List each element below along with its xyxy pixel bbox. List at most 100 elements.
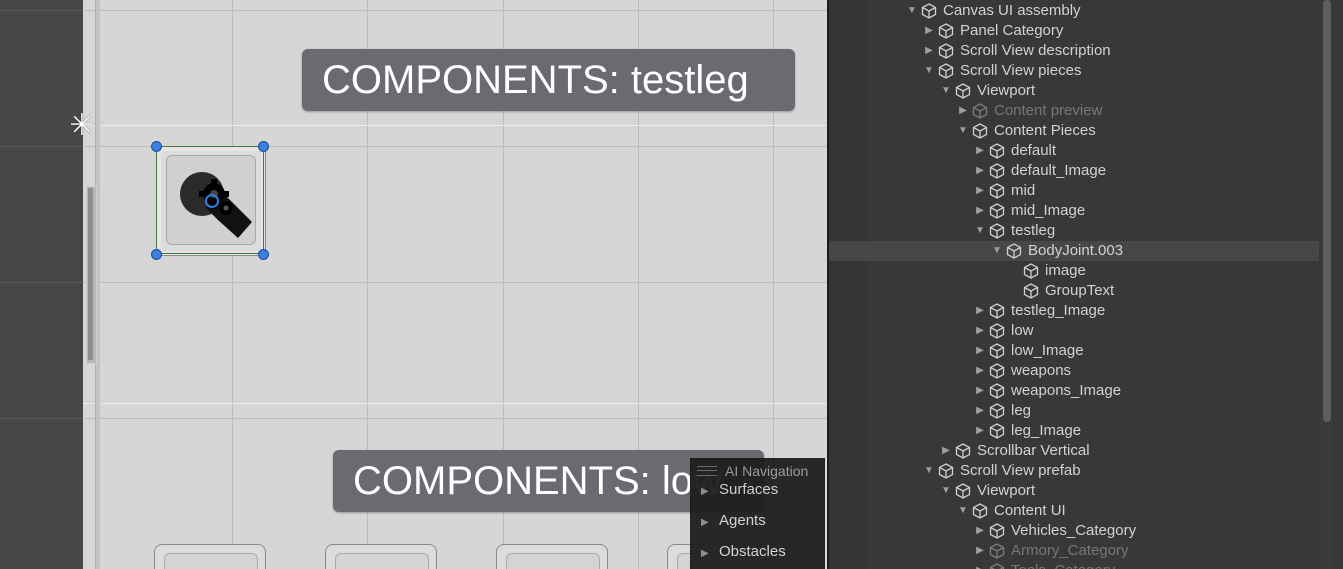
grid-line — [232, 0, 233, 569]
scene-view[interactable]: COMPONENTS: testleg COMPONENTS: low ✳ AI… — [0, 0, 827, 569]
expand-arrow-icon[interactable]: ▶ — [922, 21, 936, 41]
hierarchy-row[interactable]: ▼ Viewport — [829, 81, 1319, 101]
hierarchy-row[interactable]: ▶ leg_Image — [829, 421, 1319, 441]
hierarchy-row[interactable]: ▼ Canvas UI assembly — [829, 1, 1319, 21]
hierarchy-panel[interactable]: ▼ Canvas UI assembly ▶ Panel Category ▶ Scrol… — [829, 0, 1343, 569]
cube-icon — [989, 523, 1005, 539]
hierarchy-row-label: Content UI — [994, 502, 1066, 519]
hierarchy-row[interactable]: ▶ mid — [829, 181, 1319, 201]
collapse-arrow-icon[interactable]: ▼ — [956, 121, 970, 141]
collapse-arrow-icon[interactable]: ▼ — [922, 61, 936, 81]
hierarchy-row-label: Content preview — [994, 102, 1103, 119]
ai-navigation-overlay[interactable]: AI Navigation ▶ Surfaces ▶ Agents ▶ Obstacl… — [690, 458, 825, 569]
expand-arrow-icon[interactable]: ▶ — [939, 441, 953, 461]
hierarchy-row[interactable]: image — [829, 261, 1319, 281]
resize-handle-bottom-right[interactable] — [258, 249, 269, 260]
pivot-handle[interactable] — [205, 194, 219, 208]
cube-icon — [989, 143, 1005, 159]
hierarchy-row-label: Scroll View description — [960, 42, 1111, 59]
expand-arrow-icon: ▶ — [701, 548, 709, 559]
hierarchy-row[interactable]: ▼ testleg — [829, 221, 1319, 241]
collapse-arrow-icon[interactable]: ▼ — [939, 81, 953, 101]
tile-inner — [164, 553, 258, 569]
hierarchy-row-label: low_Image — [1011, 342, 1084, 359]
expand-arrow-icon[interactable]: ▶ — [973, 421, 987, 441]
hierarchy-row-label: Scroll View prefab — [960, 462, 1081, 479]
hierarchy-row-label: leg — [1011, 402, 1032, 419]
hierarchy-scroll-thumb[interactable] — [1323, 0, 1331, 422]
expand-arrow-icon[interactable]: ▶ — [973, 381, 987, 401]
hierarchy-row[interactable]: ▶ low — [829, 321, 1319, 341]
component-tile[interactable] — [496, 544, 608, 569]
hierarchy-row[interactable]: ▶ Scrollbar Vertical — [829, 441, 1319, 461]
expand-arrow-icon[interactable]: ▶ — [973, 141, 987, 161]
hierarchy-row[interactable]: GroupText — [829, 281, 1319, 301]
hierarchy-row[interactable]: ▶ Scroll View description — [829, 41, 1319, 61]
hierarchy-row-label: Content Pieces — [994, 122, 1096, 139]
collapse-arrow-icon[interactable]: ▼ — [990, 241, 1004, 261]
collapse-arrow-icon[interactable]: ▼ — [905, 1, 919, 21]
hierarchy-scrollbar[interactable] — [1320, 0, 1332, 569]
pivot-star-icon[interactable]: ✳ — [66, 110, 98, 142]
grid-line — [0, 418, 83, 419]
resize-handle-top-left[interactable] — [151, 141, 162, 152]
overlay-item-label: Surfaces — [719, 481, 779, 498]
hierarchy-row[interactable]: ▶ low_Image — [829, 341, 1319, 361]
cube-icon — [972, 123, 988, 139]
hierarchy-row-label: Canvas UI assembly — [943, 2, 1081, 19]
expand-arrow-icon[interactable]: ▶ — [973, 361, 987, 381]
hierarchy-row[interactable]: ▶ Content preview — [829, 101, 1319, 121]
expand-arrow-icon[interactable]: ▶ — [973, 521, 987, 541]
hierarchy-row[interactable]: ▼ BodyJoint.003 — [829, 241, 1319, 261]
expand-arrow-icon[interactable]: ▶ — [973, 541, 987, 561]
overlay-item-obstacles[interactable]: ▶ Obstacles — [701, 541, 786, 563]
hierarchy-row[interactable]: ▼ Scroll View prefab — [829, 461, 1319, 481]
hierarchy-row[interactable]: ▶ leg — [829, 401, 1319, 421]
component-tile[interactable] — [154, 544, 266, 569]
expand-arrow-icon[interactable]: ▶ — [973, 161, 987, 181]
overlay-item-agents[interactable]: ▶ Agents — [701, 510, 766, 532]
hierarchy-row[interactable]: ▶ Vehicles_Category — [829, 521, 1319, 541]
hierarchy-row[interactable]: ▶ weapons_Image — [829, 381, 1319, 401]
resize-handle-bottom-left[interactable] — [151, 249, 162, 260]
hierarchy-row[interactable]: ▶ default_Image — [829, 161, 1319, 181]
resize-handle-top-right[interactable] — [258, 141, 269, 152]
expand-arrow-icon[interactable]: ▶ — [973, 321, 987, 341]
scrollbar-thumb[interactable] — [88, 188, 93, 360]
hierarchy-row[interactable]: ▶ Armory_Category — [829, 541, 1319, 561]
collapse-arrow-icon[interactable]: ▼ — [939, 481, 953, 501]
grid-line — [0, 146, 83, 147]
hierarchy-row[interactable]: ▼ Scroll View pieces — [829, 61, 1319, 81]
cube-icon — [989, 363, 1005, 379]
cube-icon — [1006, 243, 1022, 259]
expand-arrow-icon[interactable]: ▶ — [973, 401, 987, 421]
overlay-item-label: Agents — [719, 512, 766, 529]
component-tile[interactable] — [325, 544, 437, 569]
hierarchy-row[interactable]: ▶ mid_Image — [829, 201, 1319, 221]
cube-icon — [955, 83, 971, 99]
expand-arrow-icon[interactable]: ▶ — [973, 561, 987, 569]
expand-arrow-icon[interactable]: ▶ — [973, 201, 987, 221]
hierarchy-row[interactable]: ▶ Panel Category — [829, 21, 1319, 41]
expand-arrow-icon[interactable]: ▶ — [973, 301, 987, 321]
collapse-arrow-icon[interactable]: ▼ — [973, 221, 987, 241]
hierarchy-row[interactable]: ▶ testleg_Image — [829, 301, 1319, 321]
hierarchy-row[interactable]: ▶ default — [829, 141, 1319, 161]
expand-arrow-icon[interactable]: ▶ — [922, 41, 936, 61]
hierarchy-row[interactable]: ▼ Viewport — [829, 481, 1319, 501]
expand-arrow-icon[interactable]: ▶ — [973, 341, 987, 361]
collapse-arrow-icon[interactable]: ▼ — [922, 461, 936, 481]
expand-arrow-icon[interactable]: ▶ — [956, 101, 970, 121]
canvas-bound-line — [83, 403, 827, 404]
hierarchy-row-label: Panel Category — [960, 22, 1064, 39]
hierarchy-row[interactable]: ▼ Content Pieces — [829, 121, 1319, 141]
collapse-arrow-icon[interactable]: ▼ — [956, 501, 970, 521]
hierarchy-row-label: weapons — [1011, 362, 1072, 379]
hierarchy-row-label: Tools_Category — [1011, 561, 1115, 569]
expand-arrow-icon[interactable]: ▶ — [973, 181, 987, 201]
hierarchy-row[interactable]: ▶ Tools_Category — [829, 561, 1319, 569]
hierarchy-row[interactable]: ▶ weapons — [829, 361, 1319, 381]
overlay-item-surfaces[interactable]: ▶ Surfaces — [701, 479, 778, 501]
grid-line — [0, 282, 83, 283]
hierarchy-row[interactable]: ▼ Content UI — [829, 501, 1319, 521]
